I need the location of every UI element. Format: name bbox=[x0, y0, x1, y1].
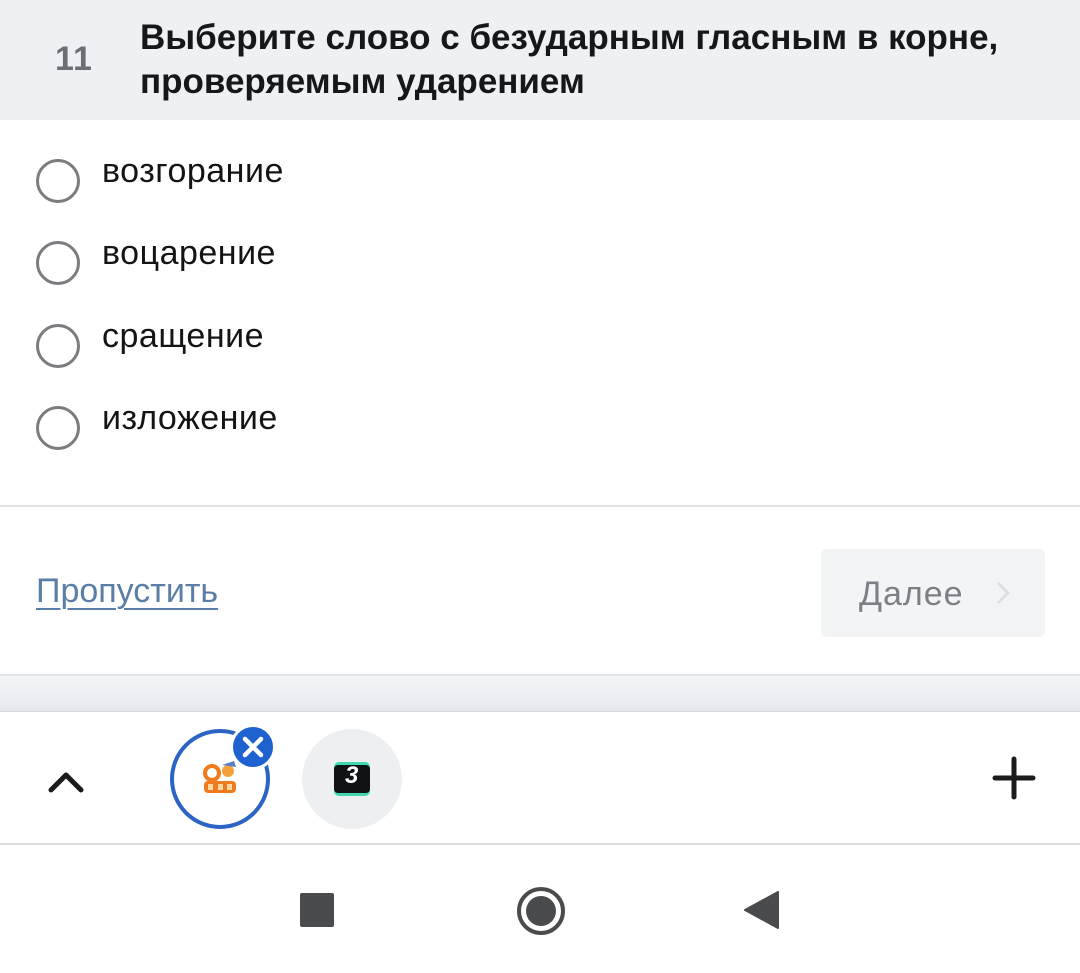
content-bottom-band bbox=[0, 676, 1080, 712]
answer-option-label: воцарение bbox=[102, 234, 276, 272]
close-icon bbox=[242, 736, 264, 758]
skip-link[interactable]: Пропустить bbox=[36, 572, 218, 611]
answer-option[interactable]: возгорание bbox=[0, 132, 1080, 212]
quiz-page: 11 Выберите слово с безударным гласным в… bbox=[0, 0, 1080, 973]
close-tab-button[interactable] bbox=[230, 724, 276, 770]
chevron-right-icon bbox=[997, 582, 1010, 604]
question-header: 11 Выберите слово с безударным гласным в… bbox=[0, 0, 1080, 120]
answer-option[interactable]: изложение bbox=[0, 379, 1080, 459]
answer-option-label: возгорание bbox=[102, 152, 284, 190]
app-logo-badge: 3 bbox=[345, 762, 359, 789]
plus-icon[interactable] bbox=[990, 754, 1038, 802]
next-button-label: Далее bbox=[859, 575, 964, 613]
square-icon[interactable] bbox=[300, 893, 334, 927]
question-text: Выберите слово с безударным гласным в ко… bbox=[140, 18, 999, 101]
next-button[interactable]: Далее bbox=[821, 549, 1045, 637]
tab-inactive[interactable]: 3 bbox=[302, 729, 402, 829]
circle-icon[interactable] bbox=[515, 885, 567, 937]
browser-tab-bar: 3 bbox=[0, 712, 1080, 845]
radio-button[interactable] bbox=[36, 241, 80, 285]
question-number: 11 bbox=[55, 40, 93, 78]
answer-option[interactable]: воцарение bbox=[0, 215, 1080, 295]
triangle-back-icon[interactable] bbox=[742, 889, 780, 931]
chevron-up-icon[interactable] bbox=[40, 756, 92, 808]
answer-option-label: изложение bbox=[102, 399, 278, 437]
answer-option-label: сращение bbox=[102, 317, 264, 355]
answer-option[interactable]: сращение bbox=[0, 297, 1080, 377]
radio-button[interactable] bbox=[36, 159, 80, 203]
radio-button[interactable] bbox=[36, 406, 80, 450]
system-navigation-bar bbox=[0, 847, 1080, 973]
divider bbox=[0, 505, 1080, 507]
radio-button[interactable] bbox=[36, 324, 80, 368]
